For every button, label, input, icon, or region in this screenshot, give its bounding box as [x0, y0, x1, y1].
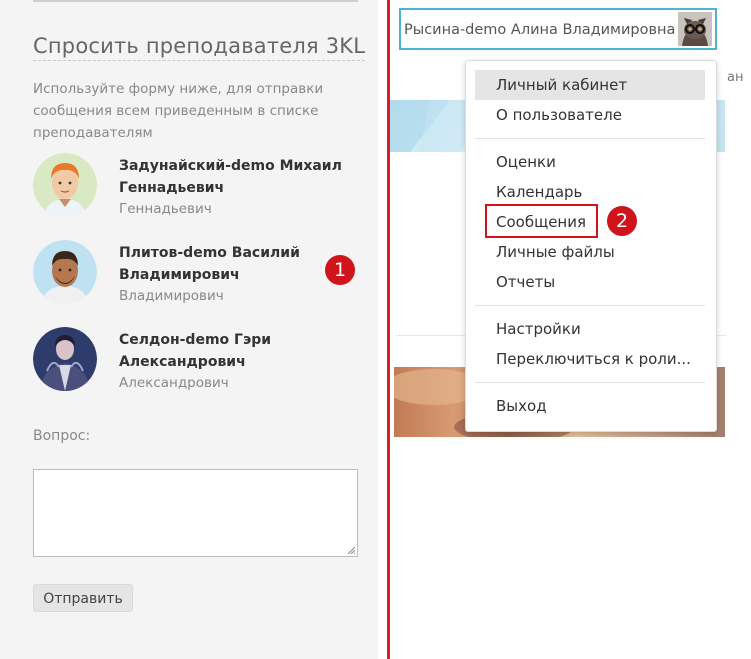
- messages-highlight-box: [485, 204, 598, 238]
- menu-separator: [475, 138, 705, 139]
- resize-grip-icon[interactable]: [347, 546, 355, 554]
- menu-separator: [475, 305, 705, 306]
- teacher-name[interactable]: Задунайский-demo Михаил Геннадьевич: [119, 155, 359, 199]
- user-name[interactable]: Рысина-demo Алина Владимировна: [404, 22, 675, 38]
- teacher-subtitle: Геннадьевич: [119, 201, 212, 217]
- ask-teacher-panel: Спросить преподавателя 3KL Используйте ф…: [0, 0, 378, 659]
- teacher-item[interactable]: Задунайский-demo Михаил Геннадьевич Генн…: [33, 153, 363, 223]
- teacher-avatar-2: [33, 240, 97, 304]
- annotation-badge-2: 2: [607, 206, 637, 236]
- menu-item-switch-role[interactable]: Переключиться к роли...: [496, 350, 691, 368]
- menu-item-preferences[interactable]: Настройки: [496, 320, 581, 338]
- menu-item-dashboard[interactable]: Личный кабинет: [496, 76, 627, 94]
- teacher-avatar-1: [33, 153, 97, 217]
- menu-item-private-files[interactable]: Личные файлы: [496, 243, 615, 261]
- question-textarea[interactable]: [33, 469, 358, 557]
- teacher-subtitle: Владимирович: [119, 288, 224, 304]
- menu-item-profile[interactable]: О пользователе: [496, 106, 622, 124]
- menu-item-logout[interactable]: Выход: [496, 397, 547, 415]
- user-menu-button[interactable]: Рысина-demo Алина Владимировна: [399, 8, 717, 50]
- menu-item-reports[interactable]: Отчеты: [496, 273, 555, 291]
- menu-separator: [475, 382, 705, 383]
- user-dropdown-menu: Личный кабинет О пользователе Оценки Кал…: [465, 60, 717, 432]
- menu-item-grades[interactable]: Оценки: [496, 153, 556, 171]
- teacher-subtitle: Александрович: [119, 375, 229, 391]
- panel-title: Спросить преподавателя 3KL: [33, 34, 366, 61]
- teacher-name[interactable]: Селдон-demo Гэри Александрович: [119, 329, 359, 373]
- panel-description: Используйте форму ниже, для отправки соо…: [33, 81, 324, 141]
- question-label: Вопрос:: [33, 428, 91, 444]
- clipped-text: ан: [727, 70, 744, 85]
- teacher-avatar-3: [33, 327, 97, 391]
- send-button[interactable]: Отправить: [33, 584, 133, 612]
- menu-item-calendar[interactable]: Календарь: [496, 183, 582, 201]
- annotation-badge-1: 1: [325, 255, 355, 285]
- user-avatar-icon[interactable]: [678, 12, 712, 46]
- teacher-item[interactable]: Селдон-demo Гэри Александрович Александр…: [33, 327, 363, 397]
- user-menu-panel: Рысина-demo Алина Владимировна ан Личный…: [390, 0, 751, 659]
- top-input-edge: [33, 0, 358, 2]
- teacher-item[interactable]: Плитов-demo Василий Владимирович Владими…: [33, 240, 363, 310]
- teacher-name[interactable]: Плитов-demo Василий Владимирович: [119, 242, 359, 286]
